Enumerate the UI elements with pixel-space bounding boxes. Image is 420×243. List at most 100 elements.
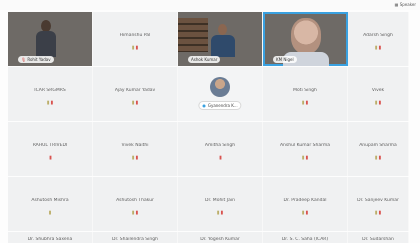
mic-status: ▮▮ — [8, 100, 92, 106]
participant-name: Dr. Yogesh Kumar — [200, 237, 240, 242]
mic-muted-icon: ▮ — [305, 155, 309, 162]
participant-name: Dr. Sudarshan — [362, 237, 394, 242]
active-speaker-video-tile[interactable]: KM Nigel — [263, 12, 348, 66]
mic-status: ▮▮ — [348, 210, 408, 216]
participant-name: Ashutosh Mishra — [31, 197, 69, 203]
mic-muted-icon: ▮ — [50, 100, 54, 107]
participant-tile[interactable]: ICAR SRGMRS ▮▮ — [8, 67, 93, 121]
participant-tile[interactable]: Dr. Shubhra Saxena — [8, 232, 93, 243]
participant-name: Dr. Mohit Jain — [205, 197, 235, 203]
mic-status: ▮▮ — [348, 155, 408, 161]
audio-level-icon: ▮ — [131, 100, 135, 107]
audio-level-icon: ▮ — [374, 210, 378, 217]
participant-tile[interactable]: Dr. Yogesh Kumar — [178, 232, 263, 243]
audio-level-icon: ▮ — [131, 155, 135, 162]
participant-name: Anupam Sharma — [359, 142, 397, 148]
participant-tile[interactable]: Adarsh Singh ▮▮ — [348, 12, 409, 66]
participant-tile[interactable]: Ashutosh Thakur ▮▮ — [93, 177, 178, 231]
mic-muted-icon: ▮ — [135, 210, 139, 217]
participant-tile[interactable]: Dr. Sudarshan — [348, 232, 409, 243]
audio-level-icon: ▮ — [48, 210, 52, 217]
participant-video — [36, 20, 56, 57]
participant-tile[interactable]: Dr. S. C. Saha (ICAR) — [263, 232, 348, 243]
mic-status: ▮▮ — [263, 155, 347, 161]
audio-level-icon: ▮ — [131, 210, 135, 217]
avatar — [210, 77, 230, 97]
mic-status: ▮▮ — [348, 100, 408, 106]
participant-video — [291, 18, 321, 54]
participant-tile[interactable]: RAHUL TRIVEDI ▮ — [8, 122, 93, 176]
participant-tile[interactable]: Anshul Kumar Sharma ▮▮ — [263, 122, 348, 176]
participant-name: Moti Singh — [293, 87, 317, 93]
participant-name: Amitha Singh — [204, 142, 236, 148]
mic-status: ▮▮ — [93, 210, 177, 216]
mic-muted-icon: ● — [202, 103, 206, 108]
participant-tile[interactable]: Anupam Sharma ▮▮ — [348, 122, 409, 176]
participant-name-tag: Ashok Kumar — [188, 56, 221, 63]
mic-status: ▮▮ — [263, 210, 347, 216]
audio-level-icon: ▮ — [374, 45, 378, 52]
mic-muted-icon: ▮ — [305, 210, 309, 217]
participant-tile[interactable]: Dr. Shailendra Singh — [93, 232, 178, 243]
participant-name: Dr. S. C. Saha (ICAR) — [281, 237, 329, 242]
participant-name: Dr. Pradeep Kandal — [283, 197, 327, 203]
mic-muted-icon: ▮ — [219, 155, 222, 162]
audio-level-icon: ▮ — [131, 45, 135, 52]
participant-grid: 🎙 Rohit Yadav Himanshu Pal ▮▮ Ashok Kuma… — [8, 12, 409, 243]
participant-tile-pinned[interactable]: ● Gyanendra K... — [178, 67, 263, 121]
participant-name: ICAR SRGMRS — [34, 87, 66, 93]
audio-level-icon: ▮ — [374, 155, 378, 162]
participant-tile[interactable]: Moti Singh ▮▮ — [263, 67, 348, 121]
participant-name-tag: KM Nigel — [273, 56, 297, 63]
mic-status: ▮▮ — [178, 210, 262, 216]
mic-status: ▮▮ — [348, 45, 408, 51]
participant-name-tag: 🎙 Rohit Yadav — [18, 56, 54, 63]
participant-name: Vivek — [371, 87, 385, 93]
mic-muted-icon: ▮ — [135, 155, 139, 162]
participant-name: Himanshu Pal — [119, 32, 151, 38]
grid-view-icon: ▦ — [394, 2, 399, 7]
mic-muted-icon: ▮ — [378, 100, 382, 107]
participant-tile[interactable]: Dr. Sanjeev Kumar ▮▮ — [348, 177, 409, 231]
mic-muted-icon: ▮ — [220, 210, 224, 217]
mic-muted-icon: ▮ — [305, 100, 309, 107]
speaker-view-button[interactable]: ▦ Speaker — [394, 1, 416, 9]
participant-name: Dr. Shailendra Singh — [112, 237, 158, 242]
mic-status: ▮▮ — [93, 155, 177, 161]
mic-muted-icon: ▮ — [135, 100, 139, 107]
participant-tile[interactable]: Dr. Mohit Jain ▮▮ — [178, 177, 263, 231]
participant-name: Vivek Naithi — [121, 142, 149, 148]
participant-name: Dr. Sanjeev Kumar — [357, 197, 399, 203]
participant-name: Anshul Kumar Sharma — [279, 142, 331, 148]
mic-muted-icon: ▮ — [378, 155, 382, 162]
mic-status: ▮▮ — [93, 100, 177, 106]
participant-tile[interactable]: Ashutosh Mishra ▮ — [8, 177, 93, 231]
top-strip: ▦ Speaker — [0, 0, 420, 10]
audio-level-icon: ▮ — [374, 100, 378, 107]
mic-muted-icon: ▮ — [378, 45, 382, 52]
participant-name-pill: ● Gyanendra K... — [198, 101, 242, 110]
participant-name: Adarsh Singh — [363, 32, 393, 38]
participant-tile[interactable]: Vivek ▮▮ — [348, 67, 409, 121]
participant-tile[interactable]: Vivek Naithi ▮▮ — [93, 122, 178, 176]
participant-video-tile[interactable]: 🎙 Rohit Yadav — [8, 12, 93, 66]
participant-tile[interactable]: Himanshu Pal ▮▮ — [93, 12, 178, 66]
participant-name: Dr. Shubhra Saxena — [27, 237, 73, 242]
audio-level-icon: ▮ — [301, 155, 305, 162]
audio-level-icon: ▮ — [301, 100, 305, 107]
mic-muted-icon: 🎙 — [21, 57, 27, 62]
mic-muted-icon: ▮ — [49, 155, 52, 162]
participant-video-tile[interactable]: Ashok Kumar — [178, 12, 263, 66]
mic-muted-icon: ▮ — [135, 45, 139, 52]
participant-name: Ashutosh Thakur — [116, 197, 154, 203]
mic-status: ▮ — [178, 155, 262, 161]
mic-status: ▮▮ — [263, 100, 347, 106]
participant-tile[interactable]: Amitha Singh ▮ — [178, 122, 263, 176]
participant-tile[interactable]: Ajay Kumar Yadav ▮▮ — [93, 67, 178, 121]
mic-muted-icon: ▮ — [378, 210, 382, 217]
participant-name: Ajay Kumar Yadav — [114, 87, 156, 93]
audio-level-icon: ▮ — [216, 210, 220, 217]
audio-level-icon: ▮ — [46, 100, 50, 107]
participant-name: RAHUL TRIVEDI — [32, 142, 68, 148]
participant-tile[interactable]: Dr. Pradeep Kandal ▮▮ — [263, 177, 348, 231]
